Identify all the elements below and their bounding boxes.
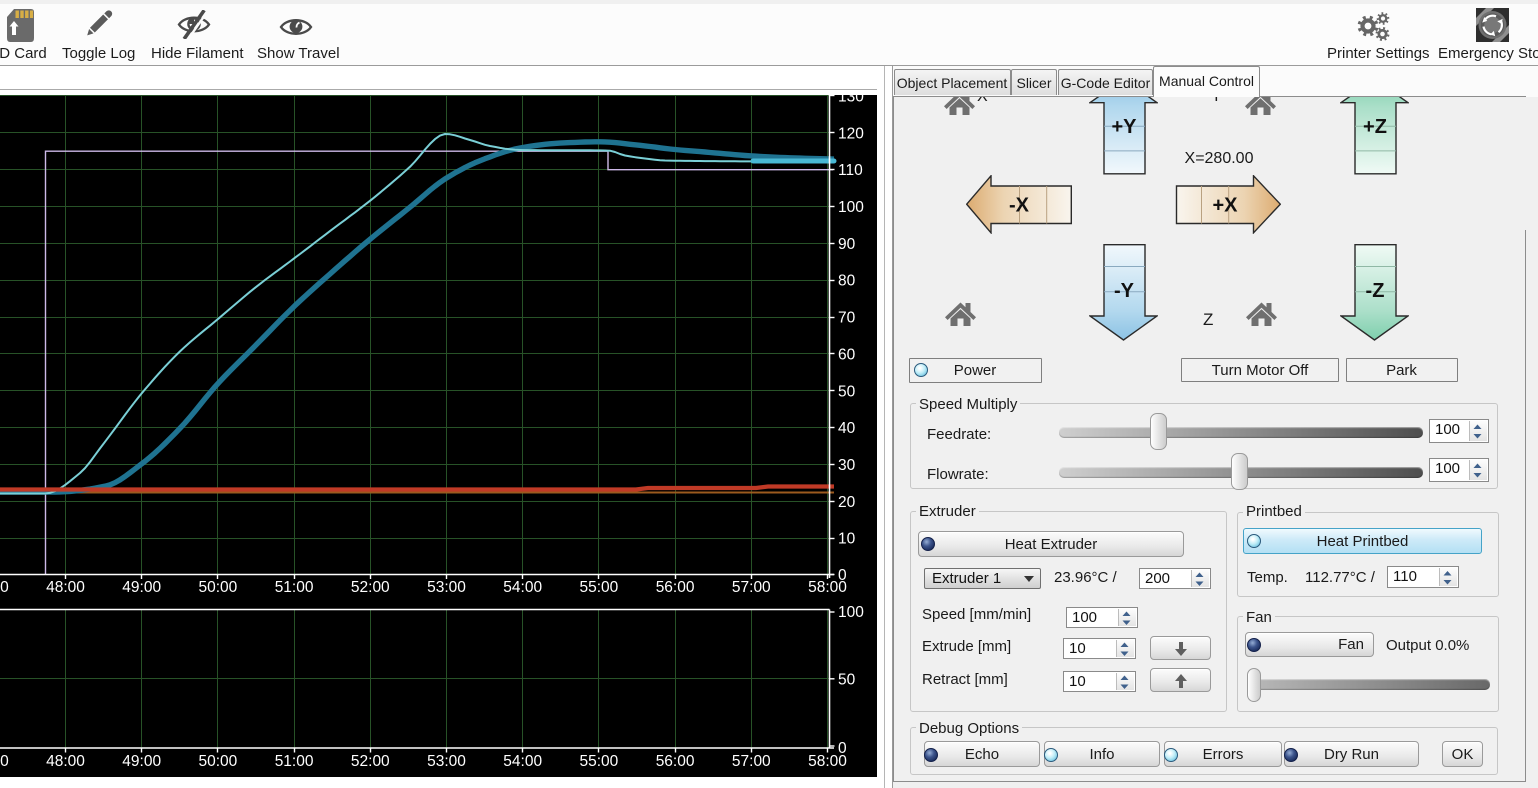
svg-text:57:00: 57:00	[732, 579, 771, 596]
svg-text:50:00: 50:00	[199, 753, 238, 770]
svg-text:100: 100	[838, 199, 864, 216]
svg-text:50: 50	[838, 383, 856, 400]
svg-text:+Z: +Z	[1363, 116, 1387, 138]
svg-text:54:00: 54:00	[503, 579, 542, 596]
svg-text:53:00: 53:00	[427, 753, 466, 770]
svg-text:90: 90	[838, 236, 856, 253]
svg-text:30: 30	[838, 457, 856, 474]
svg-text:51:00: 51:00	[275, 753, 314, 770]
svg-text:60: 60	[838, 346, 856, 363]
svg-text:80: 80	[838, 273, 856, 290]
svg-text:54:00: 54:00	[503, 753, 542, 770]
svg-text:51:00: 51:00	[275, 579, 314, 596]
svg-text:20: 20	[838, 494, 856, 511]
svg-text:56:00: 56:00	[656, 579, 695, 596]
svg-text:-X: -X	[1009, 195, 1030, 217]
svg-text:130: 130	[838, 95, 864, 105]
svg-text:58:00: 58:00	[808, 579, 847, 596]
svg-text:52:00: 52:00	[351, 753, 390, 770]
svg-text:70: 70	[838, 310, 856, 327]
svg-text:+X: +X	[1212, 195, 1238, 217]
svg-text:56:00: 56:00	[656, 753, 695, 770]
svg-text:-Z: -Z	[1365, 280, 1384, 302]
svg-text:49:00: 49:00	[122, 753, 161, 770]
svg-text:50: 50	[838, 671, 856, 688]
svg-text:120: 120	[838, 125, 864, 142]
svg-text:47:00: 47:00	[0, 753, 9, 770]
svg-text:100: 100	[838, 604, 864, 621]
svg-text:+Y: +Y	[1111, 116, 1137, 138]
svg-text:40: 40	[838, 420, 856, 437]
svg-text:-Y: -Y	[1114, 280, 1135, 302]
svg-text:48:00: 48:00	[46, 579, 85, 596]
svg-text:48:00: 48:00	[46, 753, 85, 770]
svg-text:55:00: 55:00	[580, 579, 619, 596]
svg-text:53:00: 53:00	[427, 579, 466, 596]
svg-text:50:00: 50:00	[199, 579, 238, 596]
svg-text:47:00: 47:00	[0, 579, 9, 596]
svg-text:55:00: 55:00	[580, 753, 619, 770]
svg-text:58:00: 58:00	[808, 753, 847, 770]
svg-text:10: 10	[838, 531, 856, 548]
svg-text:49:00: 49:00	[122, 579, 161, 596]
svg-text:110: 110	[838, 162, 863, 179]
svg-text:57:00: 57:00	[732, 753, 771, 770]
svg-text:52:00: 52:00	[351, 579, 390, 596]
